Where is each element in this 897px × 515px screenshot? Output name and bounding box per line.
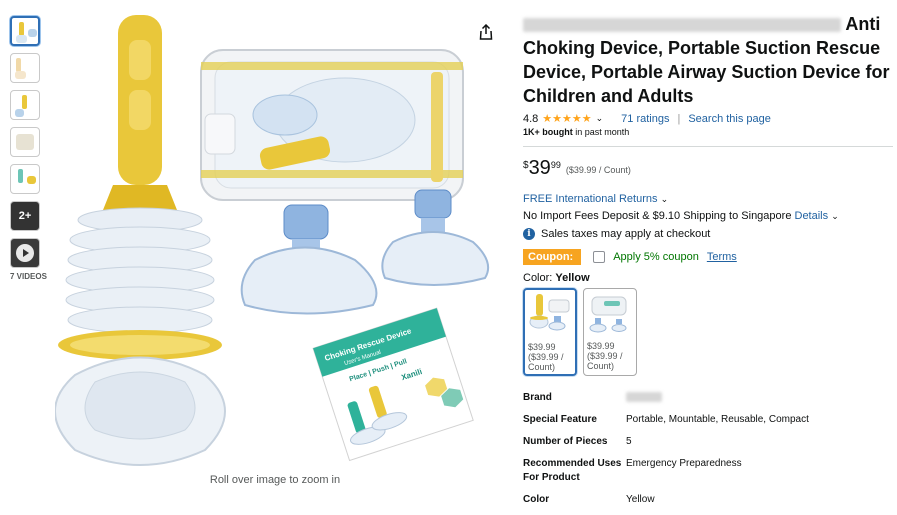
swatch-yellow[interactable]: $39.99 ($39.99 / Count)	[523, 288, 577, 376]
thumbnail-1[interactable]	[10, 16, 40, 46]
share-icon[interactable]	[478, 24, 494, 40]
thumbnail-4[interactable]	[10, 127, 40, 157]
coupon-text[interactable]: Apply 5% coupon	[613, 251, 699, 263]
search-page-link[interactable]: Search this page	[688, 113, 771, 125]
more-thumbnails-button[interactable]: 2+	[10, 201, 40, 231]
bought-in-past-month: 1K+ bought in past month	[523, 127, 630, 137]
zoom-hint: Roll over image to zoom in	[209, 474, 341, 486]
spec-row-brand: Brand	[523, 391, 893, 405]
spec-row-recommended-uses: Recommended Uses For Product Emergency P…	[523, 458, 742, 483]
color-swatches: $39.99 ($39.99 / Count) $39.99 ($39.99 /…	[523, 288, 893, 376]
shipping-info: No Import Fees Deposit & $9.10 Shipping …	[523, 210, 839, 222]
divider	[523, 146, 893, 147]
chevron-down-icon: ⌄	[831, 211, 839, 221]
video-thumbnail[interactable]	[10, 238, 40, 268]
swatch-yellow-image	[529, 294, 570, 331]
thumbnail-2[interactable]	[10, 53, 40, 83]
main-product-image[interactable]: Choking Rescue Device User's Manual Plac…	[55, 10, 500, 470]
price-per-unit: ($39.99 / Count)	[565, 165, 631, 175]
star-rating-icon[interactable]: ★★★★★	[542, 112, 591, 125]
coupon-terms-link[interactable]: Terms	[707, 251, 737, 263]
adult-mask-illustration	[240, 204, 378, 315]
shipping-details-link[interactable]: Details	[795, 210, 829, 222]
user-manual-illustration: Choking Rescue Device User's Manual Plac…	[312, 307, 474, 462]
title-redacted	[523, 18, 841, 33]
swatch-yellow-price: $39.99 ($39.99 / Count)	[528, 342, 564, 372]
swatch-blue-image	[589, 296, 627, 333]
color-label: Color: Yellow	[523, 272, 590, 284]
coupon-badge: Coupon:	[523, 249, 582, 265]
tax-notice: i Sales taxes may apply at checkout	[523, 228, 893, 240]
child-mask-illustration	[381, 189, 489, 286]
chevron-down-icon[interactable]: ⌄	[596, 113, 604, 124]
returns-link[interactable]: FREE International Returns ⌄	[523, 193, 893, 205]
storage-case-illustration	[200, 49, 464, 201]
price: $ 39 99 ($39.99 / Count)	[523, 157, 631, 179]
product-details-panel: Anti Choking Device, Portable Suction Re…	[523, 12, 893, 515]
swatch-blue[interactable]: $39.99 ($39.99 / Count)	[583, 288, 637, 376]
coupon-checkbox[interactable]	[593, 251, 606, 263]
play-icon	[16, 244, 34, 262]
product-title: Anti Choking Device, Portable Suction Re…	[523, 14, 890, 106]
thumbnail-3[interactable]	[10, 90, 40, 120]
spec-row-color: Color Yellow	[523, 494, 655, 505]
yellow-suction-device-illustration	[55, 15, 226, 466]
product-specs: Brand Special Feature Portable, Mountabl…	[523, 391, 893, 507]
spec-row-special-feature: Special Feature Portable, Mountable, Reu…	[523, 414, 809, 425]
chevron-down-icon: ⌄	[660, 194, 669, 204]
swatch-blue-price: $39.99 ($39.99 / Count)	[587, 341, 623, 371]
thumbnail-strip: 2+ 7 VIDEOS	[10, 16, 50, 281]
rating-value: 4.8	[523, 112, 539, 125]
thumbnail-5[interactable]	[10, 164, 40, 194]
coupon-row: Coupon: Apply 5% coupon Terms	[523, 249, 893, 265]
rating-row: 4.8 ★★★★★ ⌄ 71 ratings | Search this pag…	[523, 112, 771, 126]
brand-redacted	[626, 392, 662, 403]
info-icon: i	[523, 228, 535, 240]
videos-count-label: 7 VIDEOS	[10, 272, 47, 281]
spec-row-number-of-pieces: Number of Pieces 5	[523, 436, 632, 447]
ratings-count-link[interactable]: 71 ratings	[621, 113, 669, 125]
